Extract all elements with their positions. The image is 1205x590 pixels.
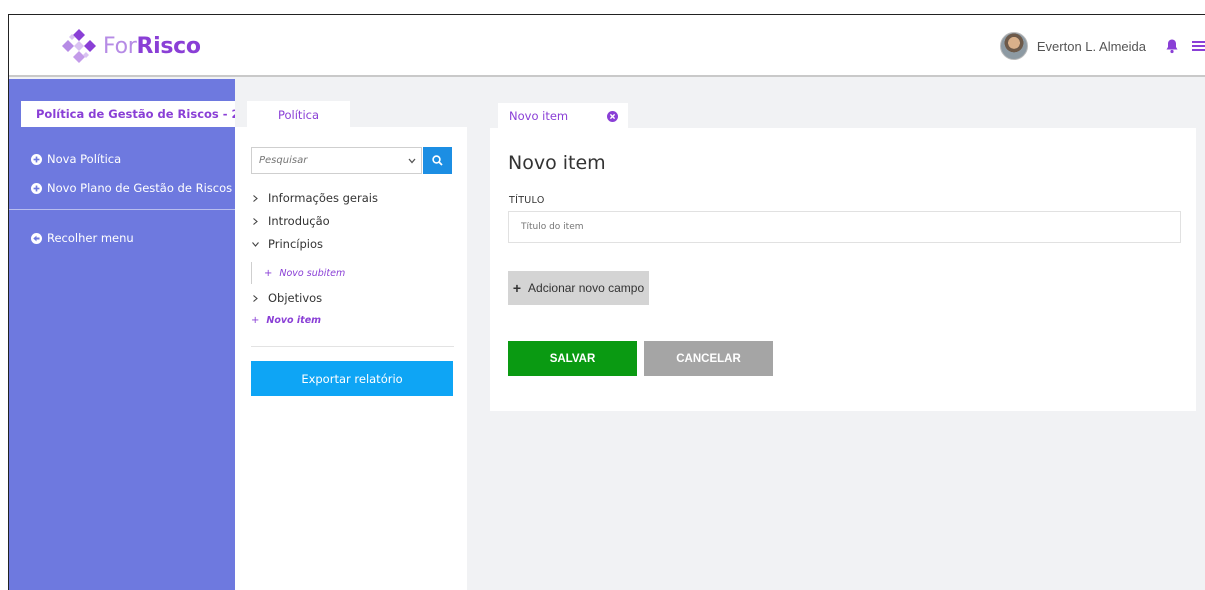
cancel-button[interactable]: CANCELAR xyxy=(644,341,773,376)
plus-icon: + xyxy=(264,267,273,279)
new-item-link[interactable]: + Novo item xyxy=(251,313,321,327)
search-button[interactable] xyxy=(423,147,452,174)
export-report-button[interactable]: Exportar relatório xyxy=(251,361,453,396)
chevron-right-icon xyxy=(253,194,258,202)
search-icon xyxy=(432,155,443,166)
new-item-form: Novo item TÍTULO + Adcionar novo campo S… xyxy=(490,128,1196,411)
close-icon[interactable] xyxy=(607,111,618,122)
hamburger-menu-icon[interactable] xyxy=(1192,39,1205,53)
sidebar-active-label: Política de Gestão de Riscos - 2018 xyxy=(36,107,264,121)
new-item-label: Novo item xyxy=(266,314,322,326)
tree-item-introducao[interactable]: Introdução xyxy=(251,212,330,230)
logo-text-suffix: Risco xyxy=(136,33,201,59)
logo-text: ForRisco xyxy=(103,34,201,59)
app-frame: ForRisco Everton L. Almeida Política de … xyxy=(8,14,1205,590)
sidebar-divider xyxy=(9,209,235,210)
tree-item-label: Informações gerais xyxy=(268,191,378,205)
new-subitem-link[interactable]: + Novo subitem xyxy=(264,266,345,280)
tree-item-label: Princípios xyxy=(268,237,323,251)
search-input[interactable] xyxy=(251,147,416,174)
policy-panel: Política Informações gerais Introdução xyxy=(235,79,467,590)
bell-icon[interactable] xyxy=(1164,38,1180,54)
arrow-left-circle-icon xyxy=(31,232,42,244)
plus-icon: + xyxy=(512,280,522,296)
policy-tabstrip: Política xyxy=(235,79,467,128)
collapse-menu-button[interactable]: Recolher menu xyxy=(31,229,134,247)
diamond-logo-icon xyxy=(62,29,96,63)
tree-item-informacoes-gerais[interactable]: Informações gerais xyxy=(251,189,378,207)
forrisco-logo[interactable]: ForRisco xyxy=(59,29,201,63)
tree-item-principios[interactable]: Princípios xyxy=(251,235,323,253)
logo-text-prefix: For xyxy=(103,33,137,59)
plus-icon: + xyxy=(251,314,260,326)
new-subitem-label: Novo subitem xyxy=(279,267,346,279)
search-dropdown-toggle[interactable] xyxy=(403,147,422,174)
plus-circle-icon xyxy=(31,153,42,165)
panel-divider xyxy=(251,346,454,347)
title-field-label: TÍTULO xyxy=(509,195,545,206)
chevron-right-icon xyxy=(253,217,258,225)
sidebar-item-novo-plano[interactable]: Novo Plano de Gestão de Riscos xyxy=(31,179,232,197)
sidebar-item-active-policy[interactable]: Política de Gestão de Riscos - 2018 xyxy=(21,101,264,127)
save-button[interactable]: SALVAR xyxy=(508,341,637,376)
sidebar-item-nova-politica[interactable]: Nova Política xyxy=(31,150,121,168)
chevron-right-icon xyxy=(253,294,258,302)
tab-novo-item[interactable]: Novo item xyxy=(498,103,628,130)
sidebar-item-label: Novo Plano de Gestão de Riscos xyxy=(47,181,233,195)
tab-politica[interactable]: Política xyxy=(247,101,350,128)
chevron-down-icon xyxy=(408,158,416,163)
plus-circle-icon xyxy=(31,182,42,194)
page-title: Novo item xyxy=(508,152,606,174)
tab-novo-item-label: Novo item xyxy=(509,109,569,123)
subtree-guide-line xyxy=(251,262,252,284)
title-input[interactable] xyxy=(508,211,1181,243)
tree-item-objetivos[interactable]: Objetivos xyxy=(251,289,322,307)
add-new-field-label: Adcionar novo campo xyxy=(528,281,645,295)
chevron-down-icon xyxy=(252,241,259,247)
add-new-field-button[interactable]: + Adcionar novo campo xyxy=(508,271,649,305)
avatar[interactable] xyxy=(999,32,1028,60)
collapse-menu-label: Recolher menu xyxy=(47,231,134,245)
user-name[interactable]: Everton L. Almeida xyxy=(1037,39,1146,54)
tree-item-label: Objetivos xyxy=(268,291,323,305)
user-area: Everton L. Almeida xyxy=(999,31,1205,61)
top-header: ForRisco Everton L. Almeida xyxy=(9,15,1205,77)
left-sidebar: Política de Gestão de Riscos - 2018 Nova… xyxy=(9,79,264,590)
sidebar-item-label: Nova Política xyxy=(47,152,122,166)
tree-item-label: Introdução xyxy=(268,214,330,228)
